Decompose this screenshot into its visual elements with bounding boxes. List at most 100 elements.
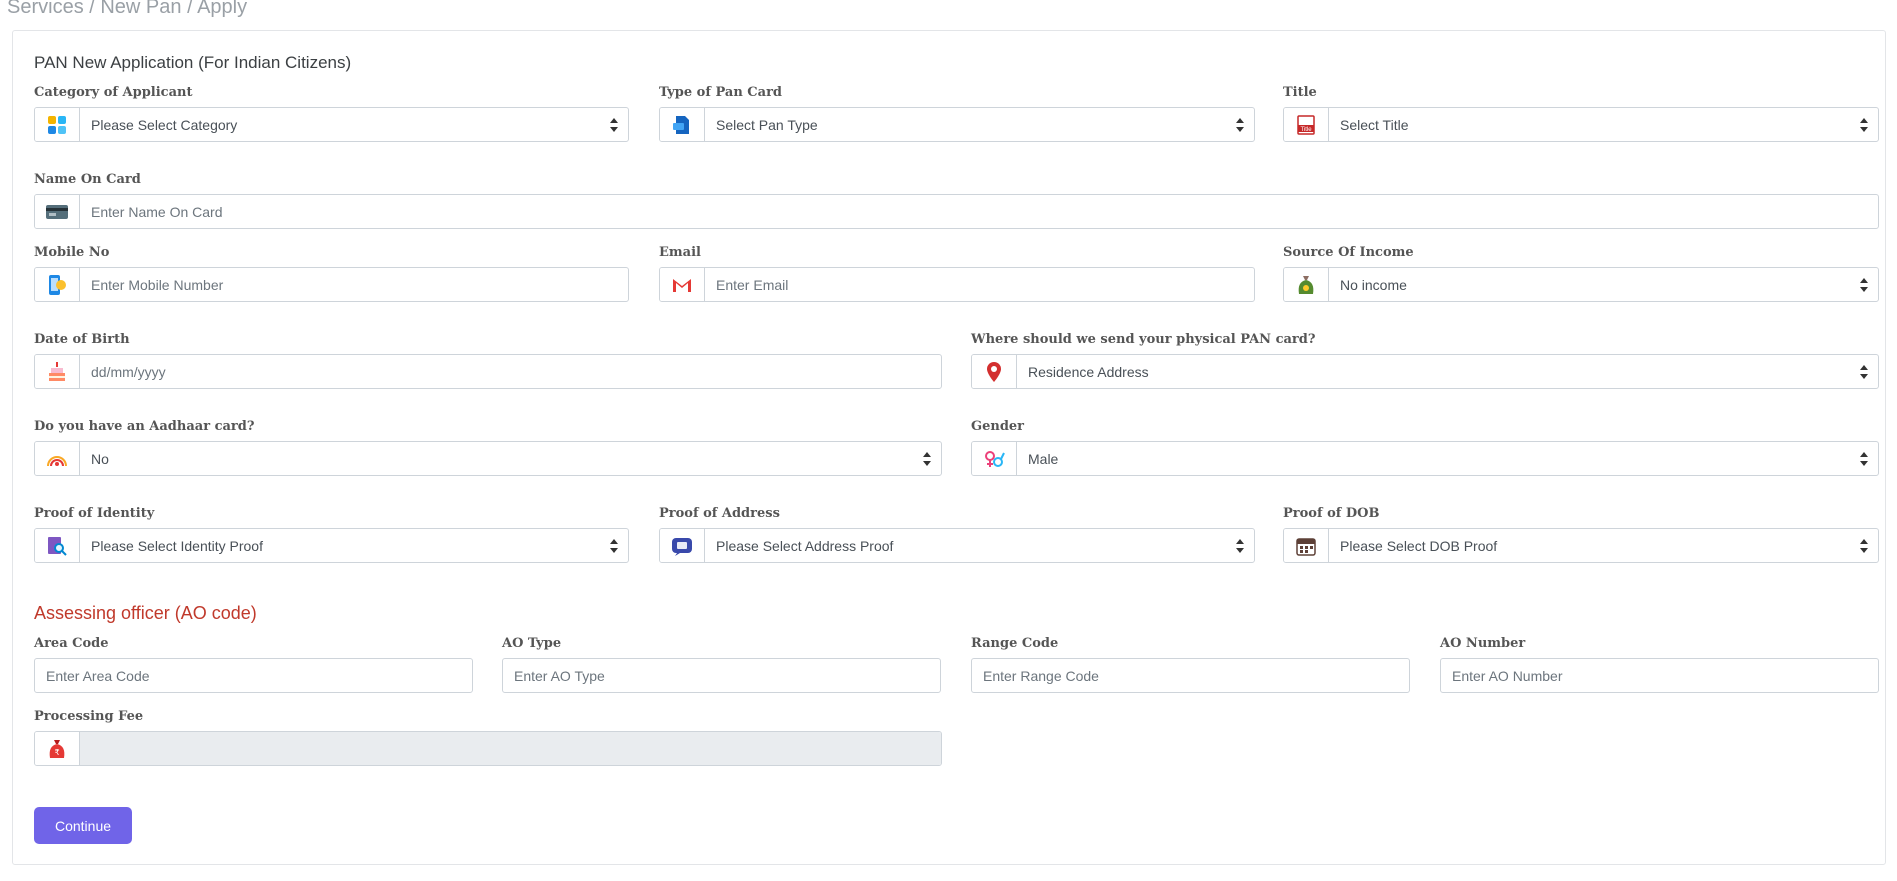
gender-field: Gender Male [971, 419, 1879, 476]
ao-section-title: Assessing officer (AO code) [34, 603, 257, 623]
gender-symbol-icon [972, 442, 1017, 475]
mobile-control [34, 267, 629, 302]
dob-field: Date of Birth [34, 332, 942, 389]
calendar-icon [1284, 529, 1329, 562]
send-to-value: Residence Address [1028, 363, 1149, 380]
poi-field: Proof of Identity Please Select Identity… [34, 506, 629, 563]
dob-label: Date of Birth [34, 332, 130, 347]
pan-type-select[interactable]: Select Pan Type [659, 107, 1255, 142]
poi-label: Proof of Identity [34, 506, 155, 521]
podob-select[interactable]: Please Select DOB Proof [1283, 528, 1879, 563]
podob-label: Proof of DOB [1283, 506, 1380, 521]
select-arrows-icon [1860, 452, 1868, 466]
mobile-label: Mobile No [34, 245, 110, 260]
select-arrows-icon [1860, 118, 1868, 132]
title-doc-icon: Title [1284, 108, 1329, 141]
send-to-select[interactable]: Residence Address [971, 354, 1879, 389]
poa-value: Please Select Address Proof [716, 537, 894, 554]
range-code-control [971, 658, 1410, 693]
rupee-bag-icon: ₹ [35, 732, 80, 765]
select-arrows-icon [1860, 365, 1868, 379]
pan-type-label: Type of Pan Card [659, 85, 783, 100]
pan-type-field: Type of Pan Card Select Pan Type [659, 85, 1255, 142]
email-label: Email [659, 245, 701, 260]
select-arrows-icon [610, 118, 618, 132]
fee-label: Processing Fee [34, 709, 144, 724]
aadhaar-label: Do you have an Aadhaar card? [34, 419, 255, 434]
ao-type-field: AO Type [502, 636, 941, 693]
aadhaar-field: Do you have an Aadhaar card? No [34, 419, 942, 476]
location-pin-icon [972, 355, 1017, 388]
send-to-field: Where should we send your physical PAN c… [971, 332, 1879, 389]
select-arrows-icon [610, 539, 618, 553]
continue-button[interactable]: Continue [34, 807, 132, 844]
category-field: Category of Applicant Please Select Cate… [34, 85, 629, 142]
mobile-field: Mobile No [34, 245, 629, 302]
area-code-label: Area Code [34, 636, 109, 651]
breadcrumb: Services / New Pan / Apply [7, 0, 248, 18]
category-value: Please Select Category [91, 116, 238, 133]
poa-field: Proof of Address Please Select Address P… [659, 506, 1255, 563]
title-label: Title [1283, 85, 1317, 100]
identity-search-icon [35, 529, 80, 562]
dob-control [34, 354, 942, 389]
select-arrows-icon [1860, 278, 1868, 292]
category-grid-icon [35, 108, 80, 141]
income-value: No income [1340, 276, 1407, 293]
ao-type-label: AO Type [502, 636, 562, 651]
gmail-icon [660, 268, 705, 301]
email-input[interactable] [705, 268, 1254, 301]
aadhaar-select[interactable]: No [34, 441, 942, 476]
range-code-field: Range Code [971, 636, 1410, 693]
pan-card-icon [660, 108, 705, 141]
range-code-label: Range Code [971, 636, 1059, 651]
address-card-icon [660, 529, 705, 562]
money-bag-icon [1284, 268, 1329, 301]
podob-value: Please Select DOB Proof [1340, 537, 1498, 554]
poa-select[interactable]: Please Select Address Proof [659, 528, 1255, 563]
ao-number-field: AO Number [1440, 636, 1879, 693]
send-to-label: Where should we send your physical PAN c… [971, 332, 1316, 347]
mobile-phone-icon [35, 268, 80, 301]
page-title: PAN New Application (For Indian Citizens… [34, 53, 352, 72]
name-on-card-input[interactable] [80, 195, 1878, 228]
income-select[interactable]: No income [1283, 267, 1879, 302]
select-arrows-icon [1236, 539, 1244, 553]
email-field: Email [659, 245, 1255, 302]
name-on-card-field: Name On Card [34, 172, 1879, 229]
ao-number-control [1440, 658, 1879, 693]
fee-input [80, 732, 941, 765]
fee-control: ₹ [34, 731, 942, 766]
poa-label: Proof of Address [659, 506, 780, 521]
dob-input[interactable] [80, 355, 941, 388]
aadhaar-value: No [91, 450, 109, 467]
title-select[interactable]: Title Select Title [1283, 107, 1879, 142]
range-code-input[interactable] [972, 659, 1409, 692]
ao-type-input[interactable] [503, 659, 940, 692]
ao-number-input[interactable] [1441, 659, 1878, 692]
title-field: Title Title Select Title [1283, 85, 1879, 142]
aadhaar-logo-icon [35, 442, 80, 475]
email-control [659, 267, 1255, 302]
rupee-symbol-text: ₹ [54, 748, 59, 757]
category-select[interactable]: Please Select Category [34, 107, 629, 142]
area-code-control [34, 658, 473, 693]
mobile-input[interactable] [80, 268, 628, 301]
select-arrows-icon [923, 452, 931, 466]
select-arrows-icon [1860, 539, 1868, 553]
pan-application-card: PAN New Application (For Indian Citizens… [12, 30, 1886, 865]
title-value: Select Title [1340, 116, 1409, 133]
select-arrows-icon [1236, 118, 1244, 132]
income-field: Source Of Income No income [1283, 245, 1879, 302]
poi-select[interactable]: Please Select Identity Proof [34, 528, 629, 563]
pan-type-value: Select Pan Type [716, 116, 818, 133]
card-icon [35, 195, 80, 228]
income-label: Source Of Income [1283, 245, 1414, 260]
area-code-input[interactable] [35, 659, 472, 692]
birthday-cake-icon [35, 355, 80, 388]
ao-type-control [502, 658, 941, 693]
gender-select[interactable]: Male [971, 441, 1879, 476]
name-on-card-label: Name On Card [34, 172, 141, 187]
gender-value: Male [1028, 450, 1059, 467]
gender-label: Gender [971, 419, 1025, 434]
